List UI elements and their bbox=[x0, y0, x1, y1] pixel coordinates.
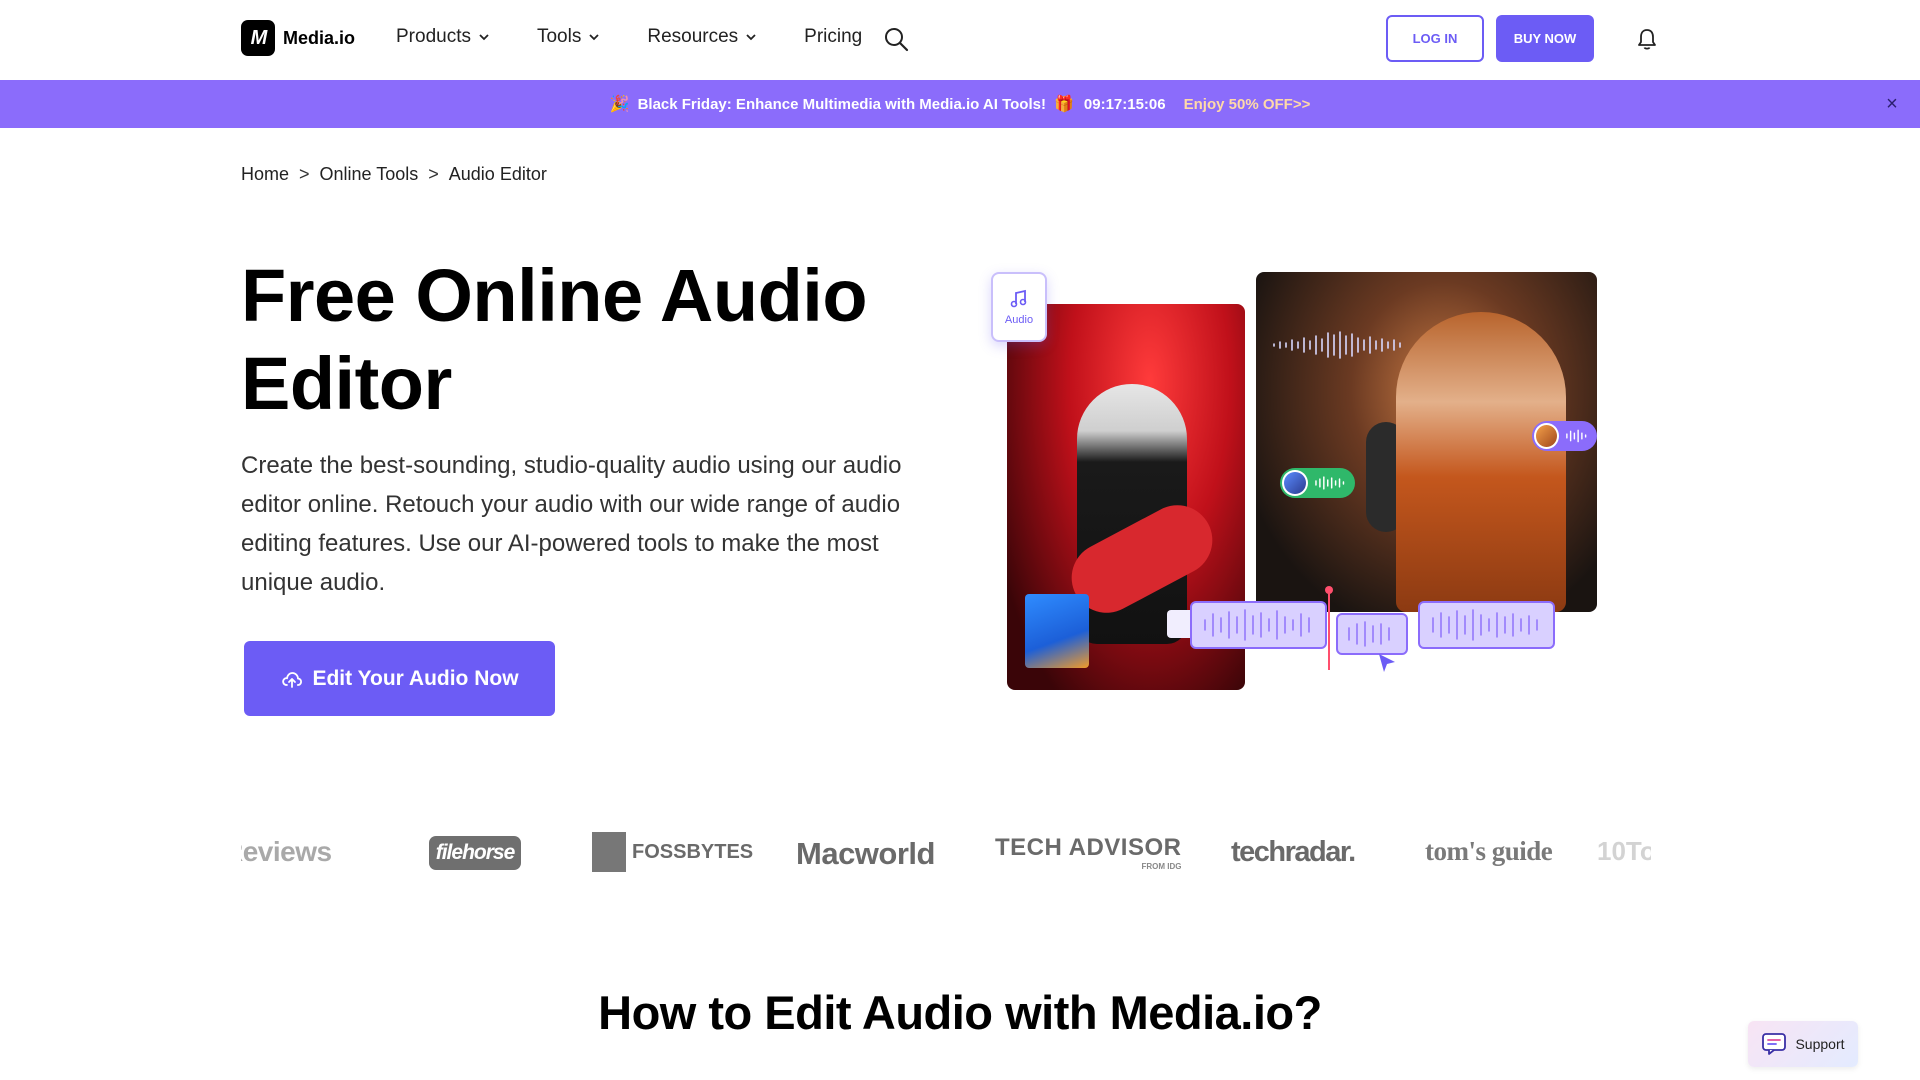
fossbytes-mark-icon bbox=[592, 832, 626, 872]
nav-item-resources[interactable]: Resources bbox=[647, 26, 756, 48]
nav-item-label: Tools bbox=[536, 26, 582, 47]
chevron-down-icon bbox=[589, 34, 599, 41]
voice-chip bbox=[1532, 421, 1597, 451]
singer-figure bbox=[1396, 312, 1566, 612]
music-note-icon bbox=[1010, 289, 1027, 308]
audio-card: Audio bbox=[991, 272, 1047, 342]
audio-card-label: Audio bbox=[1004, 314, 1034, 326]
logo-text: Media.io bbox=[283, 27, 356, 48]
logo-fossbytes: FOSSBYTES bbox=[592, 832, 753, 872]
chevron-down-icon bbox=[479, 34, 489, 41]
site-logo[interactable]: M Media.io bbox=[241, 20, 355, 56]
nav-item-pricing[interactable]: Pricing bbox=[804, 26, 862, 48]
voice-chip bbox=[1280, 468, 1355, 498]
cursor-icon bbox=[1379, 654, 1395, 672]
breadcrumb-separator: > bbox=[428, 164, 439, 184]
hero-illustration: Audio bbox=[985, 266, 1605, 696]
logo-filehorse: filehorse bbox=[429, 836, 521, 870]
logo-reviews: Reviews bbox=[241, 836, 332, 867]
nav-item-products[interactable]: Products bbox=[396, 26, 489, 48]
nav-item-label: Products bbox=[396, 26, 471, 47]
nav-item-label: Pricing bbox=[804, 26, 863, 47]
album-thumbnail bbox=[1025, 594, 1089, 668]
cloud-upload-icon bbox=[282, 671, 303, 688]
breadcrumb-current: Audio Editor bbox=[448, 164, 547, 184]
promo-text: Black Friday: Enhance Multimedia with Me… bbox=[637, 95, 1046, 113]
support-label: Support bbox=[1795, 1036, 1845, 1052]
logo-toms-guide: tom's guide bbox=[1425, 836, 1553, 866]
logo-mark-icon: M bbox=[241, 20, 275, 56]
logo-tech-advisor-sub: FROM IDG bbox=[1141, 862, 1182, 871]
logo-macworld: Macworld bbox=[796, 836, 935, 871]
promo-content: 🎉 Black Friday: Enhance Multimedia with … bbox=[610, 94, 1311, 114]
breadcrumb: Home > Online Tools > Audio Editor bbox=[241, 164, 547, 185]
waveform-icon bbox=[1565, 429, 1586, 443]
how-to-heading: How to Edit Audio with Media.io? bbox=[598, 986, 1322, 1039]
close-icon[interactable]: × bbox=[1882, 94, 1902, 114]
promo-offer-link[interactable]: Enjoy 50% OFF>> bbox=[1184, 96, 1311, 113]
site-header: M Media.io Products Tools Resources Pric… bbox=[0, 0, 1920, 80]
logo-techradar: techradar. bbox=[1231, 836, 1356, 868]
buy-now-button[interactable]: BUY NOW bbox=[1496, 15, 1594, 62]
chat-icon bbox=[1762, 1033, 1787, 1055]
avatar bbox=[1282, 470, 1308, 496]
logo-fossbytes-text: FOSSBYTES bbox=[632, 840, 754, 863]
support-button[interactable]: Support bbox=[1748, 1021, 1858, 1067]
breadcrumb-separator: > bbox=[299, 164, 310, 184]
waveform-icon bbox=[1314, 476, 1344, 490]
cta-label: Edit Your Audio Now bbox=[312, 666, 519, 690]
hero-description: Create the best-sounding, studio-quality… bbox=[241, 452, 902, 596]
main-nav: Products Tools Resources Pricing bbox=[396, 26, 910, 48]
logo-10tobuy: 10To bbox=[1597, 836, 1651, 866]
party-icon: 🎉 bbox=[609, 96, 630, 113]
bell-icon[interactable] bbox=[1636, 27, 1658, 51]
waveform-icon bbox=[1273, 331, 1401, 359]
promo-countdown: 09:17:15:06 bbox=[1083, 95, 1166, 113]
logo-tech-advisor: TECH ADVISOR FROM IDG bbox=[995, 834, 1182, 871]
breadcrumb-home[interactable]: Home bbox=[241, 164, 289, 185]
login-button[interactable]: LOG IN bbox=[1386, 15, 1484, 62]
nav-item-tools[interactable]: Tools bbox=[537, 26, 599, 48]
gift-icon: 🎁 bbox=[1053, 96, 1074, 113]
nav-item-label: Resources bbox=[647, 26, 739, 47]
logo-tech-advisor-text: TECH ADVISOR bbox=[995, 834, 1182, 861]
page-title: Free Online Audio Editor bbox=[241, 254, 868, 425]
avatar bbox=[1534, 423, 1559, 449]
audio-timeline bbox=[1167, 586, 1555, 672]
press-logos: Reviews filehorse FOSSBYTES Macworld TEC… bbox=[241, 820, 1651, 886]
search-icon[interactable] bbox=[883, 26, 909, 52]
edit-audio-button[interactable]: Edit Your Audio Now bbox=[244, 641, 555, 716]
breadcrumb-online-tools[interactable]: Online Tools bbox=[320, 164, 419, 185]
promo-banner: 🎉 Black Friday: Enhance Multimedia with … bbox=[0, 80, 1920, 128]
chevron-down-icon bbox=[746, 34, 756, 41]
